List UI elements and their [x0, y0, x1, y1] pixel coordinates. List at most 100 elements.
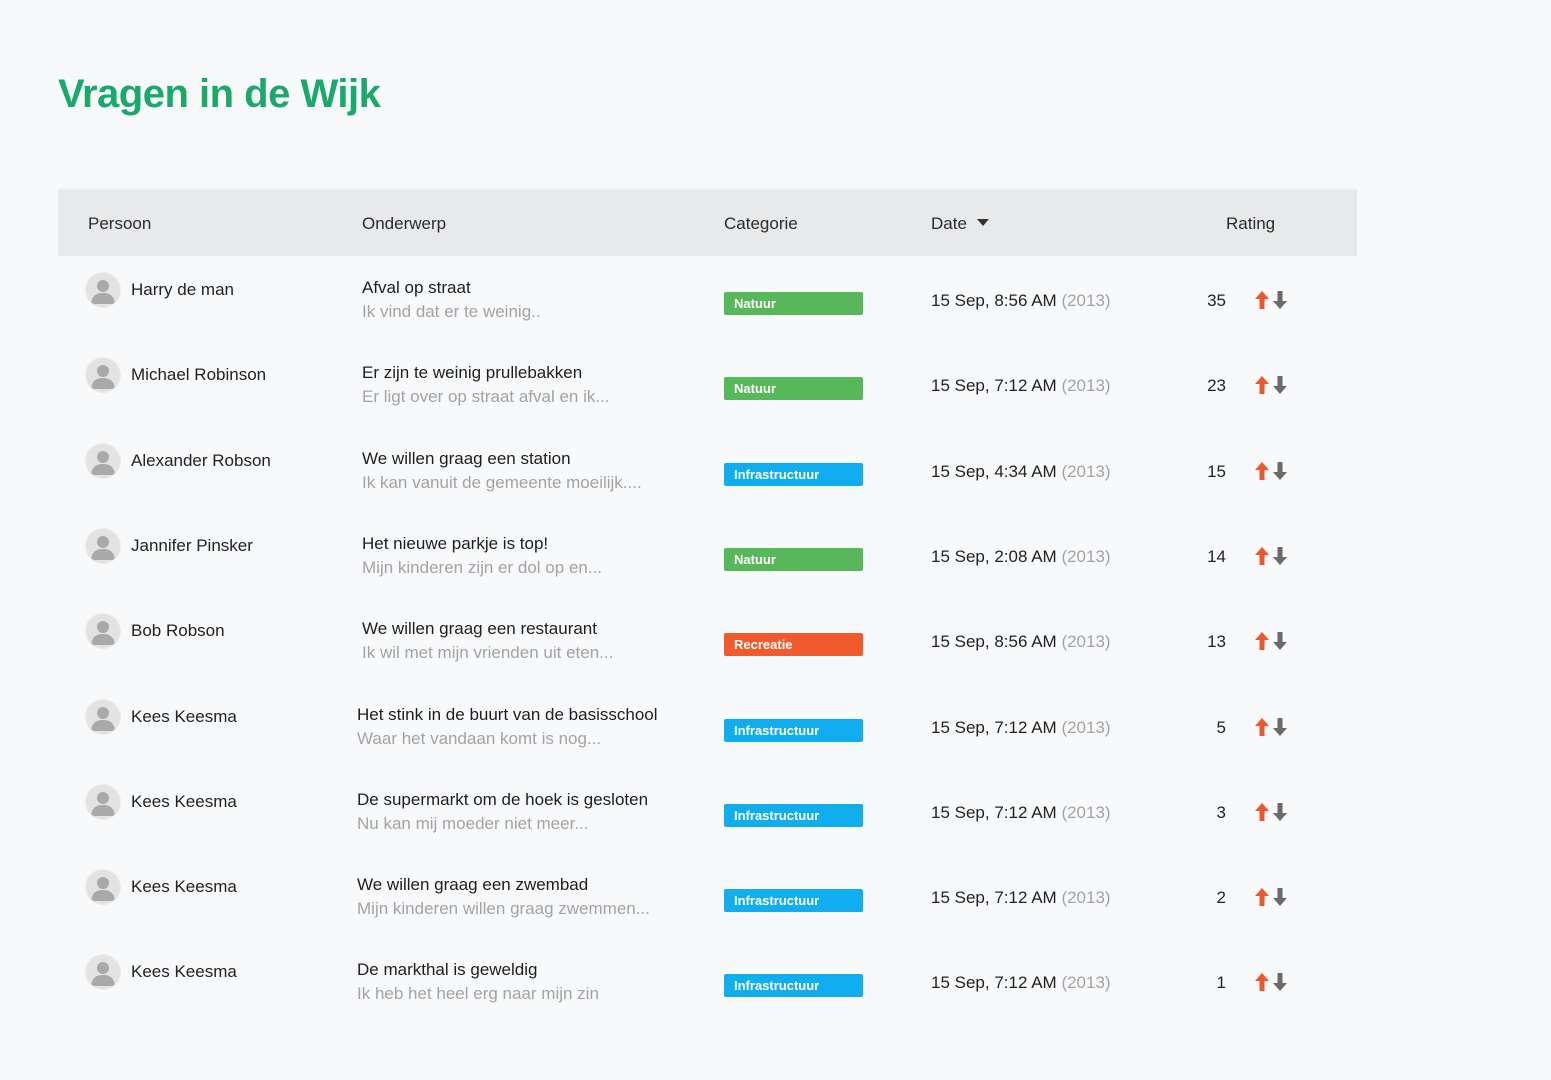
question-subject[interactable]: Het nieuwe parkje is top! — [362, 534, 548, 554]
downvote-arrow-icon[interactable] — [1272, 461, 1288, 486]
vote-controls — [1254, 887, 1294, 907]
vote-controls — [1254, 717, 1294, 737]
vote-controls — [1254, 972, 1294, 992]
table-row[interactable]: Jannifer Pinsker Het nieuwe parkje is top… — [58, 510, 1357, 595]
downvote-arrow-icon[interactable] — [1272, 887, 1288, 912]
person-name[interactable]: Bob Robson — [131, 621, 225, 641]
caret-down-icon[interactable] — [976, 219, 989, 226]
question-snippet: Ik kan vanuit de gemeente moeilijk.... — [362, 472, 642, 492]
table-row[interactable]: Kees Keesma Het stink in de buurt van de … — [58, 681, 1357, 766]
question-snippet: Er ligt over op straat afval en ik... — [362, 387, 610, 407]
vote-controls — [1254, 802, 1294, 822]
question-snippet: Ik vind dat er te weinig.. — [362, 302, 541, 321]
date-cell: 15 Sep, 7:12 AM (2013) — [931, 888, 1111, 908]
question-snippet: Ik wil met mijn vrienden uit eten... — [362, 643, 614, 663]
category-badge: Recreatie — [724, 633, 863, 657]
table-row[interactable]: Bob Robson We willen graag een restaurant… — [58, 595, 1357, 680]
person-name[interactable]: Kees Keesma — [131, 962, 237, 982]
avatar — [85, 357, 121, 394]
rating-score: 23 — [1207, 376, 1226, 396]
person-name[interactable]: Harry de man — [131, 280, 234, 300]
upvote-arrow-icon[interactable] — [1254, 461, 1270, 486]
category-badge: Infrastructuur — [724, 889, 863, 913]
downvote-arrow-icon[interactable] — [1272, 972, 1288, 997]
date-cell: 15 Sep, 4:34 AM (2013) — [931, 462, 1111, 482]
header-subject[interactable]: Onderwerp — [362, 214, 446, 234]
upvote-arrow-icon[interactable] — [1254, 631, 1270, 656]
date-cell: 15 Sep, 2:08 AM (2013) — [931, 547, 1111, 567]
downvote-arrow-icon[interactable] — [1272, 802, 1288, 827]
upvote-arrow-icon[interactable] — [1254, 717, 1270, 742]
downvote-arrow-icon[interactable] — [1272, 717, 1288, 742]
questions-table: Persoon Onderwerp Categorie Date Rating … — [58, 188, 1357, 1003]
person-name[interactable]: Alexander Robson — [131, 451, 271, 471]
category-badge: Natuur — [724, 377, 863, 401]
header-date[interactable]: Date — [931, 214, 989, 234]
avatar — [85, 442, 121, 479]
person-name[interactable]: Jannifer Pinsker — [131, 536, 253, 556]
avatar — [85, 869, 121, 906]
question-snippet: Mijn kinderen zijn er dol op en... — [362, 557, 603, 577]
rating-score: 3 — [1216, 802, 1226, 822]
table-row[interactable]: Alexander Robson We willen graag een stat… — [58, 425, 1357, 510]
date-cell: 15 Sep, 7:12 AM (2013) — [931, 376, 1111, 396]
avatar — [85, 783, 121, 820]
table-row[interactable]: Kees Keesma We willen graag een zwembad Mi… — [58, 851, 1357, 936]
category-badge: Infrastructuur — [724, 974, 863, 998]
person-name[interactable]: Kees Keesma — [131, 792, 237, 812]
downvote-arrow-icon[interactable] — [1272, 631, 1288, 656]
date-text: 15 Sep, 7:12 AM — [931, 717, 1057, 737]
header-category[interactable]: Categorie — [724, 214, 798, 234]
date-year: (2013) — [1061, 546, 1111, 566]
question-subject[interactable]: De supermarkt om de hoek is gesloten — [357, 790, 648, 810]
question-snippet: Mijn kinderen willen graag zwemmen... — [357, 899, 650, 919]
date-text: 15 Sep, 8:56 AM — [931, 632, 1057, 652]
avatar — [85, 527, 121, 564]
rating-score: 1 — [1216, 973, 1226, 993]
person-name[interactable]: Kees Keesma — [131, 707, 237, 727]
upvote-arrow-icon[interactable] — [1254, 375, 1270, 400]
question-subject[interactable]: De markthal is geweldig — [357, 960, 537, 980]
upvote-arrow-icon[interactable] — [1254, 546, 1270, 571]
vote-controls — [1254, 546, 1294, 566]
category-badge: Infrastructuur — [724, 803, 863, 827]
question-subject[interactable]: We willen graag een station — [362, 449, 571, 469]
upvote-arrow-icon[interactable] — [1254, 972, 1270, 997]
table-row[interactable]: Michael Robinson Er zijn te weinig prulle… — [58, 339, 1357, 424]
table-row[interactable]: Kees Keesma De supermarkt om de hoek is g… — [58, 766, 1357, 851]
upvote-arrow-icon[interactable] — [1254, 290, 1270, 315]
rating-score: 13 — [1207, 632, 1226, 652]
avatar — [85, 613, 121, 650]
header-person[interactable]: Persoon — [88, 214, 151, 234]
avatar — [85, 272, 121, 308]
table-row[interactable]: Harry de man Afval op straat Ik vind dat e… — [58, 254, 1357, 339]
question-subject[interactable]: Afval op straat — [362, 278, 471, 298]
downvote-arrow-icon[interactable] — [1272, 546, 1288, 571]
header-rating[interactable]: Rating — [1226, 214, 1275, 234]
date-text: 15 Sep, 2:08 AM — [931, 546, 1057, 566]
date-year: (2013) — [1061, 802, 1111, 822]
vote-controls — [1254, 461, 1294, 481]
avatar — [85, 698, 121, 735]
question-subject[interactable]: We willen graag een restaurant — [362, 619, 597, 639]
question-subject[interactable]: Er zijn te weinig prullebakken — [362, 363, 582, 383]
table-row[interactable]: Kees Keesma De markthal is geweldig Ik heb… — [58, 936, 1357, 1021]
person-name[interactable]: Michael Robinson — [131, 365, 266, 385]
date-text: 15 Sep, 7:12 AM — [931, 973, 1057, 993]
downvote-arrow-icon[interactable] — [1272, 375, 1288, 400]
upvote-arrow-icon[interactable] — [1254, 887, 1270, 912]
category-badge: Natuur — [724, 547, 863, 571]
rating-score: 35 — [1207, 291, 1226, 310]
rating-score: 5 — [1216, 717, 1226, 737]
category-badge: Infrastructuur — [724, 462, 863, 486]
person-name[interactable]: Kees Keesma — [131, 877, 237, 897]
question-subject[interactable]: We willen graag een zwembad — [357, 875, 588, 895]
downvote-arrow-icon[interactable] — [1272, 290, 1288, 315]
date-text: 15 Sep, 7:12 AM — [931, 802, 1057, 822]
avatar — [85, 954, 121, 991]
question-subject[interactable]: Het stink in de buurt van de basisschool — [357, 705, 658, 725]
page-title: Vragen in de Wijk — [58, 72, 381, 116]
rating-score: 14 — [1207, 546, 1226, 566]
upvote-arrow-icon[interactable] — [1254, 802, 1270, 827]
date-cell: 15 Sep, 7:12 AM (2013) — [931, 973, 1111, 993]
